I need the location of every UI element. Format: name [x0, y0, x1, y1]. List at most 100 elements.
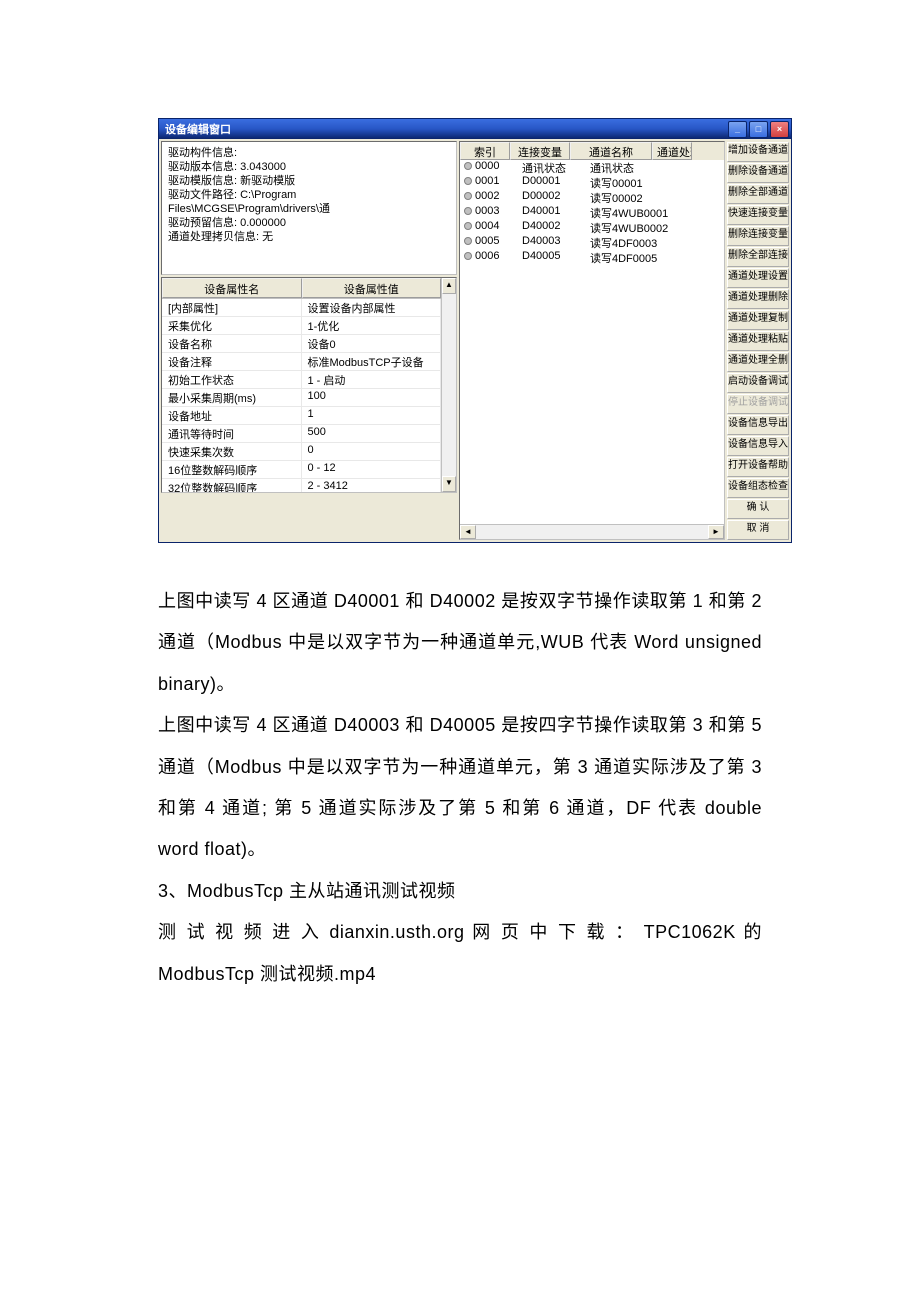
channel-proc [676, 235, 724, 250]
channel-index: 0003 [460, 205, 518, 220]
panel-button[interactable]: 确 认 [727, 499, 789, 519]
channel-name: 读写00001 [586, 175, 676, 190]
property-value: 2 - 3412 [302, 479, 442, 492]
property-value: 1 - 启动 [302, 371, 442, 388]
bullet-icon [464, 162, 472, 170]
channel-proc [676, 205, 724, 220]
ch-header-name[interactable]: 通道名称 [570, 142, 652, 160]
channel-variable: D00001 [518, 175, 586, 190]
property-row[interactable]: 采集优化1-优化 [162, 317, 441, 335]
property-row[interactable]: 32位整数解码顺序2 - 3412 [162, 479, 441, 492]
property-name: [内部属性] [162, 299, 302, 316]
property-value: 标准ModbusTCP子设备 [302, 353, 442, 370]
channel-scrollbar-h[interactable]: ◄► [460, 524, 724, 539]
channel-index: 0006 [460, 250, 518, 265]
panel-button[interactable]: 删除设备通道 [727, 163, 789, 183]
property-name: 初始工作状态 [162, 371, 302, 388]
panel-button[interactable]: 增加设备通道 [727, 142, 789, 162]
panel-button[interactable]: 启动设备调试 [727, 373, 789, 393]
prop-scrollbar-v[interactable]: ▲▼ [441, 278, 456, 492]
channel-proc [676, 220, 724, 235]
property-row[interactable]: 设备注释标准ModbusTCP子设备 [162, 353, 441, 371]
bullet-icon [464, 222, 472, 230]
channel-row[interactable]: 0000通讯状态通讯状态 [460, 160, 724, 175]
property-row[interactable]: 最小采集周期(ms)100 [162, 389, 441, 407]
property-value: 0 [302, 443, 442, 460]
driver-info-text: 驱动构件信息: 驱动版本信息: 3.043000 驱动模版信息: 新驱动模版 驱… [161, 141, 457, 275]
channel-name: 读写4WUB0001 [586, 205, 676, 220]
channel-name: 读写00002 [586, 190, 676, 205]
bullet-icon [464, 207, 472, 215]
maximize-icon[interactable]: □ [749, 121, 768, 138]
prop-header-name[interactable]: 设备属性名 [162, 278, 302, 298]
panel-button[interactable]: 通道处理设置 [727, 268, 789, 288]
channel-name: 读写4DF0003 [586, 235, 676, 250]
panel-button[interactable]: 设备组态检查 [727, 478, 789, 498]
paragraph-4: 测 试 视 频 进 入 dianxin.usth.org 网 页 中 下 载 ：… [158, 912, 762, 995]
paragraph-3: 3、ModbusTcp 主从站通讯测试视频 [158, 871, 762, 912]
channel-index: 0005 [460, 235, 518, 250]
channel-variable: D00002 [518, 190, 586, 205]
titlebar[interactable]: 设备编辑窗口 _ □ × [159, 119, 791, 139]
channel-name: 读写4WUB0002 [586, 220, 676, 235]
panel-button[interactable]: 快速连接变量 [727, 205, 789, 225]
channel-variable: D40001 [518, 205, 586, 220]
panel-button[interactable]: 取 消 [727, 520, 789, 540]
channel-variable: 通讯状态 [518, 160, 586, 175]
window-title: 设备编辑窗口 [165, 121, 728, 137]
channel-list: 索引 连接变量 通道名称 通道处理 0000通讯状态通讯状态0001D00001… [459, 141, 725, 540]
property-table: 设备属性名 设备属性值 [内部属性]设置设备内部属性采集优化1-优化设备名称设备… [161, 277, 457, 493]
channel-name: 通讯状态 [586, 160, 676, 175]
paragraph-2: 上图中读写 4 区通道 D40003 和 D40005 是按四字节操作读取第 3… [158, 705, 762, 871]
channel-index: 0002 [460, 190, 518, 205]
panel-button[interactable]: 通道处理复制 [727, 310, 789, 330]
property-row[interactable]: 快速采集次数0 [162, 443, 441, 461]
document-body: 上图中读写 4 区通道 D40001 和 D40002 是按双字节操作读取第 1… [158, 581, 762, 995]
button-panel: 增加设备通道删除设备通道删除全部通道快速连接变量删除连接变量删除全部连接通道处理… [727, 141, 789, 540]
panel-button[interactable]: 打开设备帮助 [727, 457, 789, 477]
channel-proc [676, 190, 724, 205]
property-row[interactable]: 16位整数解码顺序0 - 12 [162, 461, 441, 479]
panel-button[interactable]: 通道处理删除 [727, 289, 789, 309]
channel-variable: D40005 [518, 250, 586, 265]
panel-button[interactable]: 删除全部通道 [727, 184, 789, 204]
channel-row[interactable]: 0003D40001读写4WUB0001 [460, 205, 724, 220]
ch-header-proc[interactable]: 通道处理 [652, 142, 692, 160]
minimize-icon[interactable]: _ [728, 121, 747, 138]
property-row[interactable]: [内部属性]设置设备内部属性 [162, 299, 441, 317]
channel-row[interactable]: 0005D40003读写4DF0003 [460, 235, 724, 250]
channel-row[interactable]: 0002D00002读写00002 [460, 190, 724, 205]
channel-proc [676, 175, 724, 190]
prop-header-value[interactable]: 设备属性值 [302, 278, 442, 298]
channel-row[interactable]: 0001D00001读写00001 [460, 175, 724, 190]
property-name: 16位整数解码顺序 [162, 461, 302, 478]
property-row[interactable]: 通讯等待时间500 [162, 425, 441, 443]
channel-index: 0000 [460, 160, 518, 175]
close-icon[interactable]: × [770, 121, 789, 138]
channel-row[interactable]: 0006D40005读写4DF0005 [460, 250, 724, 265]
property-value: 0 - 12 [302, 461, 442, 478]
property-name: 快速采集次数 [162, 443, 302, 460]
property-value: 1-优化 [302, 317, 442, 334]
bullet-icon [464, 252, 472, 260]
property-row[interactable]: 初始工作状态1 - 启动 [162, 371, 441, 389]
property-name: 32位整数解码顺序 [162, 479, 302, 492]
panel-button[interactable]: 通道处理粘贴 [727, 331, 789, 351]
panel-button[interactable]: 设备信息导入 [727, 436, 789, 456]
property-row[interactable]: 设备名称设备0 [162, 335, 441, 353]
property-name: 设备注释 [162, 353, 302, 370]
panel-button[interactable]: 删除全部连接 [727, 247, 789, 267]
panel-button[interactable]: 通道处理全删 [727, 352, 789, 372]
property-row[interactable]: 设备地址1 [162, 407, 441, 425]
panel-button[interactable]: 设备信息导出 [727, 415, 789, 435]
bullet-icon [464, 192, 472, 200]
panel-button[interactable]: 删除连接变量 [727, 226, 789, 246]
channel-proc [676, 160, 724, 175]
property-name: 采集优化 [162, 317, 302, 334]
property-name: 设备名称 [162, 335, 302, 352]
channel-row[interactable]: 0004D40002读写4WUB0002 [460, 220, 724, 235]
ch-header-index[interactable]: 索引 [460, 142, 510, 160]
ch-header-variable[interactable]: 连接变量 [510, 142, 570, 160]
paragraph-1: 上图中读写 4 区通道 D40001 和 D40002 是按双字节操作读取第 1… [158, 581, 762, 705]
channel-variable: D40003 [518, 235, 586, 250]
